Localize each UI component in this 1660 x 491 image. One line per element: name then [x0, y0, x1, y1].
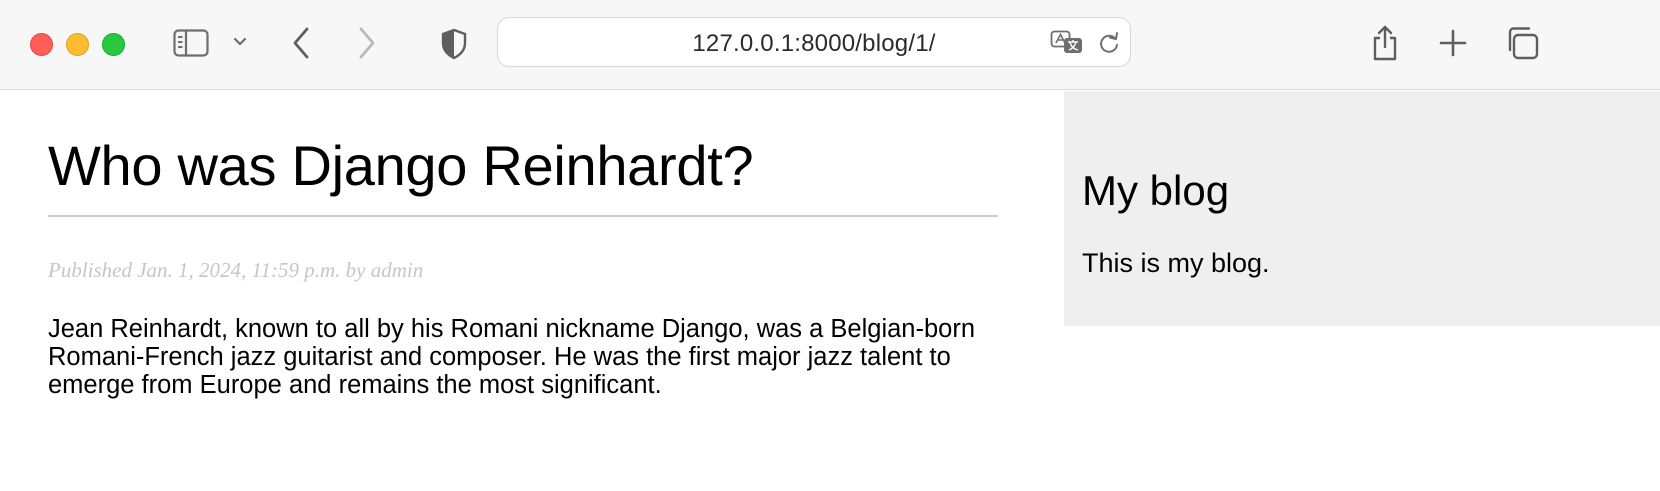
browser-toolbar: 127.0.0.1:8000/blog/1/ — [0, 0, 1660, 90]
back-icon[interactable] — [288, 24, 314, 62]
plus-icon[interactable] — [1436, 26, 1470, 60]
address-bar[interactable]: 127.0.0.1:8000/blog/1/ — [497, 17, 1131, 67]
chevron-down-icon[interactable] — [230, 34, 250, 50]
address-text: 127.0.0.1:8000/blog/1/ — [692, 30, 936, 57]
sidebar-icon[interactable] — [172, 28, 210, 58]
sidebar-title: My blog — [1082, 167, 1230, 214]
post-meta: Published Jan. 1, 2024, 11:59 p.m. by ad… — [48, 258, 424, 282]
minimize-window-button[interactable] — [66, 33, 89, 56]
sidebar-text: This is my blog. — [1082, 248, 1270, 278]
share-icon[interactable] — [1368, 22, 1402, 64]
translate-icon[interactable] — [1049, 28, 1085, 58]
reload-icon[interactable] — [1096, 29, 1122, 57]
sidebar: My blog This is my blog. — [1064, 91, 1660, 326]
post-body: Jean Reinhardt, known to all by his Roma… — [48, 315, 976, 399]
post-title: Who was Django Reinhardt? — [48, 134, 754, 197]
shield-icon[interactable] — [438, 26, 470, 62]
zoom-window-button[interactable] — [102, 33, 125, 56]
title-divider — [48, 215, 998, 217]
forward-icon[interactable] — [354, 24, 380, 62]
close-window-button[interactable] — [30, 33, 53, 56]
tabs-icon[interactable] — [1503, 24, 1541, 62]
